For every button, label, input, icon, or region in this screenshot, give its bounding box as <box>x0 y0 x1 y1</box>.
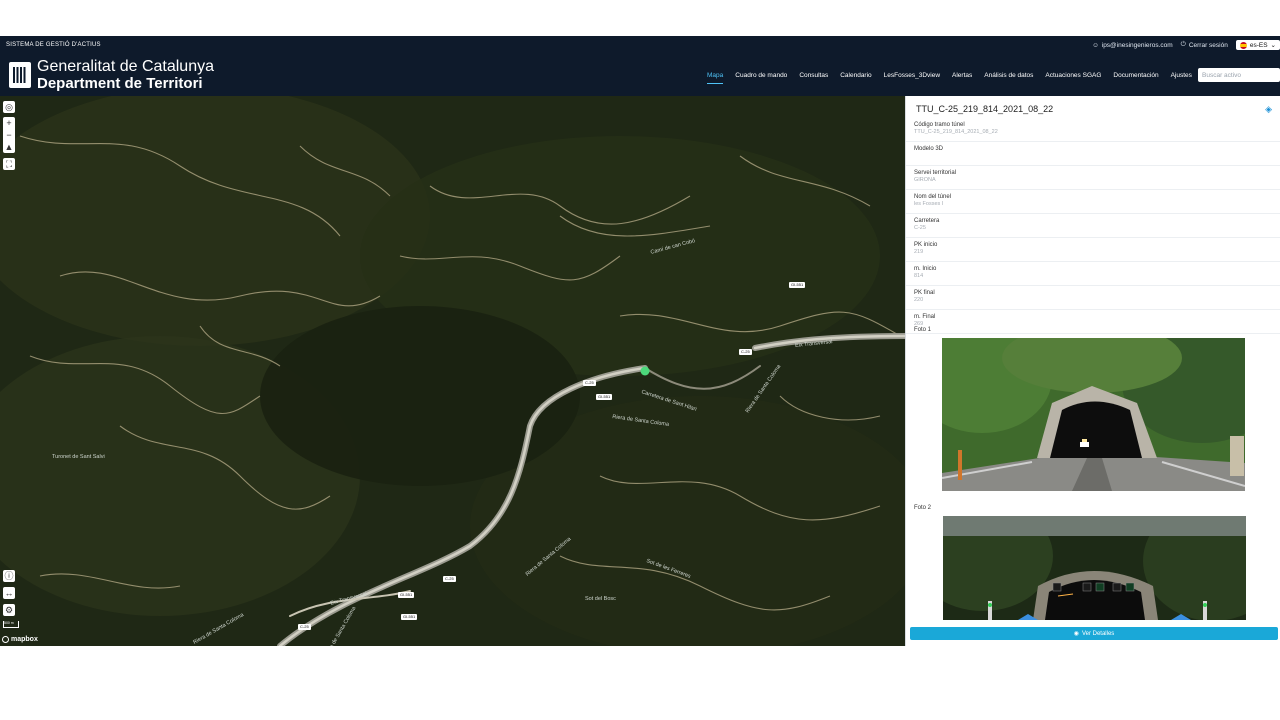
locate-asset-icon[interactable]: ◈ <box>1265 104 1272 115</box>
logo-line1: Generalitat de Catalunya <box>37 58 214 75</box>
photo1-label: Foto 1 <box>914 327 932 333</box>
field-value: 220 <box>914 297 924 303</box>
header: SISTEMA DE GESTIÓ D'ACTIUS ☺ ips@inesing… <box>0 36 1280 96</box>
user-icon: ☺ <box>1092 41 1099 49</box>
map-terrain <box>0 96 905 646</box>
main-nav: Mapa Cuadro de mando Consultas Calendari… <box>707 72 1192 84</box>
field-label: Modelo 3D <box>914 146 944 152</box>
field-pk-final: PK final 220 <box>906 286 1280 310</box>
road-shield: C-25 <box>739 349 752 355</box>
nav-consultas[interactable]: Consultas <box>799 72 828 84</box>
asset-detail-panel: TTU_C-25_219_814_2021_08_22 ◈ Código tra… <box>905 96 1280 646</box>
field-modelo-3d: Modelo 3D <box>906 142 1280 166</box>
road-shield: C-25 <box>583 380 596 386</box>
ver-detalles-button[interactable]: ◉ Ver Detalles <box>910 627 1278 640</box>
chevron-down-icon: ⌄ <box>1270 42 1276 49</box>
tunnel-photo-2[interactable] <box>943 516 1246 620</box>
mapbox-icon <box>2 636 9 643</box>
nav-actuaciones-sgag[interactable]: Actuaciones SGAG <box>1045 72 1101 84</box>
nav-alertas[interactable]: Alertas <box>952 72 972 84</box>
zoom-in-icon[interactable]: + <box>3 117 15 129</box>
nav-ajustes[interactable]: Ajustes <box>1171 72 1192 84</box>
power-icon: ⏻ <box>1180 41 1186 48</box>
field-label: Carretera <box>914 218 940 224</box>
road-shield: C-25 <box>443 576 456 582</box>
road-shield: GI-551 <box>401 614 418 620</box>
road-shield: GI-551 <box>398 592 415 598</box>
fullscreen-icon[interactable]: ⛶ <box>3 158 15 170</box>
map-scale: 500 m <box>3 621 19 628</box>
photo2-label: Foto 2 <box>914 505 932 511</box>
field-value: 814 <box>914 273 924 279</box>
logo-line2: Department de Territori <box>37 74 203 92</box>
generalitat-emblem-icon <box>9 62 31 89</box>
asset-marker[interactable] <box>640 366 650 376</box>
field-value: 269 <box>914 321 924 327</box>
place-label: Turonet de Sant Salvi <box>52 454 105 460</box>
nav-mapa[interactable]: Mapa <box>707 72 724 84</box>
language-value: es-ES <box>1249 41 1268 49</box>
locate-icon[interactable]: ◎ <box>3 101 15 113</box>
logout-link[interactable]: ⏻ Cerrar sesión <box>1181 41 1228 49</box>
field-label: PK final <box>914 290 935 296</box>
mapbox-logo[interactable]: mapbox <box>2 636 38 643</box>
zoom-out-icon[interactable]: − <box>3 129 15 141</box>
field-value: C-25 <box>914 225 926 231</box>
zoom-controls: + − ▲ <box>3 117 15 153</box>
road-shield: GI-551 <box>596 394 613 400</box>
field-nom-tunel: Nom del túnel les Fosses I <box>906 190 1280 214</box>
road-shield: GI-551 <box>789 282 806 288</box>
app-window: SISTEMA DE GESTIÓ D'ACTIUS ☺ ips@inesing… <box>0 36 1280 646</box>
mapbox-label: mapbox <box>11 636 38 643</box>
field-label: m. Final <box>914 314 936 320</box>
panel-title: TTU_C-25_219_814_2021_08_22 <box>916 104 1054 114</box>
field-value: les Fosses I <box>914 201 944 207</box>
asset-fields: Código tramo túnel TTU_C-25_219_814_2021… <box>906 118 1280 334</box>
satellite-map[interactable]: Turonet de Sant Salvi Carretera de Sant … <box>0 96 905 646</box>
field-carretera: Carretera C-25 <box>906 214 1280 238</box>
logout-label: Cerrar sesión <box>1188 41 1228 49</box>
field-pk-inicio: PK inicio 219 <box>906 238 1280 262</box>
system-name: SISTEMA DE GESTIÓ D'ACTIUS <box>6 42 101 48</box>
road-shield: C-25 <box>298 624 311 630</box>
spain-flag-icon <box>1239 41 1247 49</box>
nav-calendario[interactable]: Calendario <box>840 72 871 84</box>
measure-icon[interactable]: ↔ <box>3 587 15 599</box>
info-icon[interactable]: ⓘ <box>3 570 15 582</box>
field-label: PK inicio <box>914 242 938 248</box>
search-input[interactable] <box>1198 68 1280 82</box>
tunnel-photo-1[interactable] <box>942 338 1245 491</box>
nav-lesfosses-3dview[interactable]: LesFosses_3Dview <box>884 72 940 84</box>
user-menu[interactable]: ☺ ips@inesingenieros.com <box>1092 42 1173 49</box>
field-m-final: m. Final 269 <box>906 310 1280 334</box>
field-label: Código tramo túnel <box>914 122 965 128</box>
nav-cuadro-de-mando[interactable]: Cuadro de mando <box>735 72 787 84</box>
field-value: 219 <box>914 249 924 255</box>
field-label: Nom del túnel <box>914 194 952 200</box>
header-user-bar: ☺ ips@inesingenieros.com ⏻ Cerrar sesión… <box>1092 40 1280 50</box>
generalitat-logo[interactable]: Generalitat de Catalunya Department de T… <box>9 58 214 92</box>
user-email: ips@inesingenieros.com <box>1101 41 1173 49</box>
nav-documentacion[interactable]: Documentación <box>1113 72 1158 84</box>
field-codigo-tramo: Código tramo túnel TTU_C-25_219_814_2021… <box>906 118 1280 142</box>
nav-analisis-de-datos[interactable]: Análisis de datos <box>984 72 1033 84</box>
ver-detalles-label: Ver Detalles <box>1081 630 1115 637</box>
eye-icon: ◉ <box>1073 631 1079 637</box>
field-label: Servei territorial <box>914 170 957 176</box>
language-selector[interactable]: es-ES ⌄ <box>1235 40 1280 50</box>
sot-label-2: Sot del Bosc <box>585 596 616 602</box>
field-label: m. Inicio <box>914 266 937 272</box>
field-value: TTU_C-25_219_814_2021_08_22 <box>914 129 998 135</box>
compass-icon[interactable]: ▲ <box>3 141 15 153</box>
settings-icon[interactable]: ⚙ <box>3 604 15 616</box>
field-servei-territorial: Servei territorial GIRONA <box>906 166 1280 190</box>
field-value: GIRONA <box>914 177 936 183</box>
field-m-inicio: m. Inicio 814 <box>906 262 1280 286</box>
